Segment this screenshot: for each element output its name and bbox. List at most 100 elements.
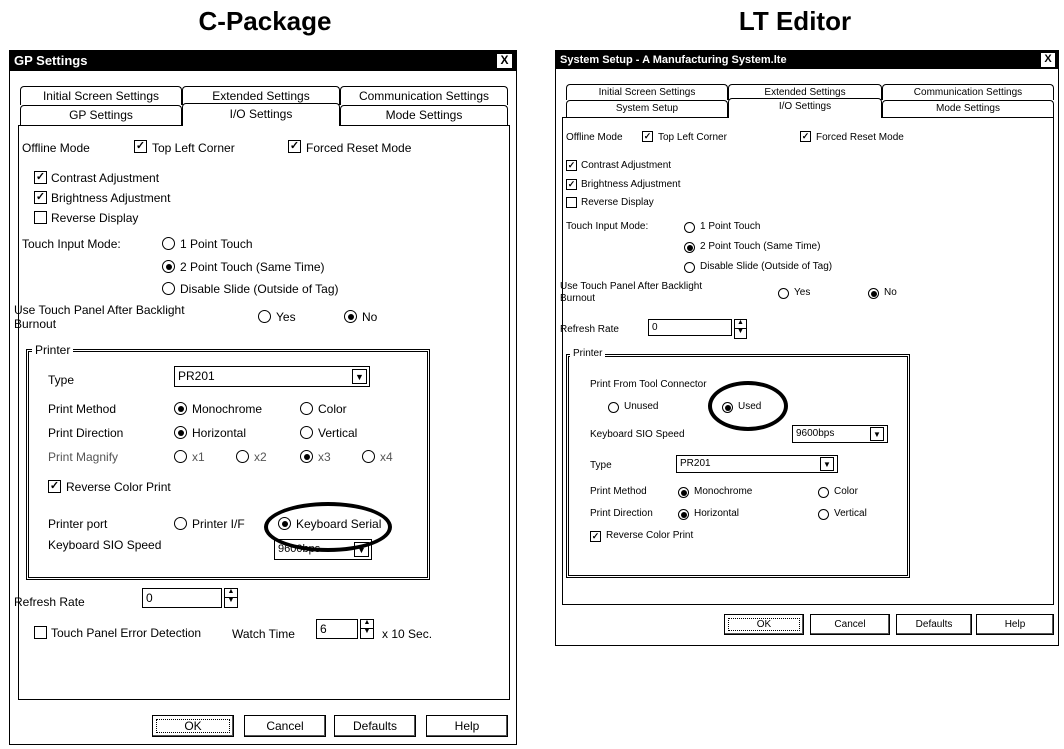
- type-select[interactable]: PR201: [676, 455, 838, 473]
- brightness-checkbox[interactable]: ✓: [566, 179, 577, 190]
- chevron-down-icon[interactable]: ▼: [820, 457, 834, 471]
- type-select[interactable]: PR201: [174, 366, 370, 387]
- offline-mode-label: Offline Mode: [22, 141, 90, 155]
- defaults-button[interactable]: Defaults: [896, 614, 972, 635]
- reverse-color-print-checkbox[interactable]: ✓: [48, 480, 61, 493]
- brightness-label: Brightness Adjustment: [51, 191, 171, 205]
- top-left-corner-checkbox[interactable]: ✓: [642, 131, 653, 142]
- brightness-label: Brightness Adjustment: [581, 179, 681, 190]
- tab-gp-settings[interactable]: GP Settings: [20, 105, 182, 125]
- top-left-corner-label: Top Left Corner: [658, 132, 727, 143]
- backlight-no-radio[interactable]: [344, 310, 357, 323]
- touch-error-checkbox[interactable]: [34, 626, 47, 639]
- refresh-rate-input[interactable]: 0: [648, 319, 732, 336]
- watch-time-label: Watch Time: [232, 627, 295, 641]
- tab-communication-settings[interactable]: Communication Settings: [882, 84, 1054, 100]
- backlight-label-line2: Burnout: [560, 293, 596, 304]
- type-label: Type: [48, 373, 75, 387]
- refresh-rate-spinner[interactable]: ▲ ▼: [224, 588, 238, 608]
- forced-reset-checkbox[interactable]: ✓: [800, 131, 811, 142]
- print-direction-label: Print Direction: [48, 426, 124, 440]
- cancel-button[interactable]: Cancel: [810, 614, 890, 635]
- contrast-label: Contrast Adjustment: [581, 160, 672, 171]
- monochrome-radio[interactable]: [678, 487, 689, 498]
- tab-io-settings[interactable]: I/O Settings: [728, 98, 882, 118]
- printer-if-radio[interactable]: [174, 517, 187, 530]
- refresh-rate-input[interactable]: 0: [142, 588, 222, 608]
- tab-initial-screen-settings[interactable]: Initial Screen Settings: [20, 86, 182, 105]
- horizontal-label: Horizontal: [694, 508, 740, 519]
- close-icon[interactable]: X: [1041, 53, 1055, 67]
- cancel-button[interactable]: Cancel: [244, 715, 326, 737]
- cancel-label: Cancel: [834, 619, 866, 630]
- used-radio[interactable]: [722, 402, 733, 413]
- brightness-checkbox[interactable]: ✓: [34, 191, 47, 204]
- magnify-x3-radio[interactable]: [300, 450, 313, 463]
- reverse-display-label: Reverse Display: [581, 197, 654, 208]
- refresh-rate-spinner[interactable]: ▲ ▼: [734, 319, 747, 339]
- contrast-checkbox[interactable]: ✓: [566, 160, 577, 171]
- help-button[interactable]: Help: [426, 715, 508, 737]
- refresh-rate-label: Refresh Rate: [14, 595, 85, 609]
- forced-reset-label: Forced Reset Mode: [816, 132, 904, 143]
- radio-1-point-touch[interactable]: [162, 237, 175, 250]
- close-icon[interactable]: X: [497, 54, 512, 68]
- horizontal-radio[interactable]: [174, 426, 187, 439]
- backlight-yes-radio[interactable]: [258, 310, 271, 323]
- keyboard-serial-label: Keyboard Serial: [296, 517, 382, 531]
- tab-io-settings[interactable]: I/O Settings: [182, 103, 340, 126]
- radio-disable-slide[interactable]: [684, 262, 695, 273]
- horizontal-radio[interactable]: [678, 509, 689, 520]
- tab-system-setup[interactable]: System Setup: [566, 100, 728, 117]
- magnify-x1-radio[interactable]: [174, 450, 187, 463]
- help-label: Help: [454, 719, 480, 733]
- top-left-corner-checkbox[interactable]: ✓: [134, 140, 147, 153]
- magnify-x1-label: x1: [192, 450, 205, 464]
- tab-communication-settings[interactable]: Communication Settings: [340, 86, 508, 105]
- defaults-button[interactable]: Defaults: [334, 715, 416, 737]
- color-radio[interactable]: [300, 402, 313, 415]
- radio-2-point-touch[interactable]: [162, 260, 175, 273]
- tab-initial-screen-settings[interactable]: Initial Screen Settings: [566, 84, 728, 100]
- label-1-point-touch: 1 Point Touch: [700, 221, 761, 232]
- help-button[interactable]: Help: [976, 614, 1054, 635]
- tab-mode-settings[interactable]: Mode Settings: [340, 105, 508, 125]
- color-radio[interactable]: [818, 487, 829, 498]
- printer-group-label: Printer: [32, 343, 74, 357]
- radio-2-point-touch[interactable]: [684, 242, 695, 253]
- forced-reset-checkbox[interactable]: ✓: [288, 140, 301, 153]
- vertical-radio[interactable]: [818, 509, 829, 520]
- backlight-yes-radio[interactable]: [778, 288, 789, 299]
- ok-button[interactable]: OK: [724, 614, 804, 635]
- magnify-x2-radio[interactable]: [236, 450, 249, 463]
- cancel-label: Cancel: [266, 719, 304, 733]
- monochrome-label: Monochrome: [694, 486, 753, 497]
- vertical-radio[interactable]: [300, 426, 313, 439]
- radio-disable-slide[interactable]: [162, 282, 175, 295]
- ok-button[interactable]: OK: [152, 715, 234, 737]
- chevron-down-icon[interactable]: ▼: [870, 427, 884, 441]
- monochrome-radio[interactable]: [174, 402, 187, 415]
- window-title: GP Settings: [14, 53, 88, 68]
- unused-radio[interactable]: [608, 402, 619, 413]
- reverse-color-print-checkbox[interactable]: ✓: [590, 531, 601, 542]
- contrast-checkbox[interactable]: ✓: [34, 171, 47, 184]
- magnify-x4-radio[interactable]: [362, 450, 375, 463]
- backlight-label-line1: Use Touch Panel After Backlight: [560, 281, 703, 292]
- radio-1-point-touch[interactable]: [684, 222, 695, 233]
- reverse-display-checkbox[interactable]: [34, 211, 47, 224]
- chevron-down-icon[interactable]: ▼: [354, 542, 369, 557]
- tab-mode-settings[interactable]: Mode Settings: [882, 100, 1054, 117]
- watch-time-input[interactable]: 6: [316, 619, 358, 639]
- reverse-display-checkbox[interactable]: [566, 197, 577, 208]
- c-package-heading: C-Package: [198, 6, 332, 36]
- keyboard-serial-radio[interactable]: [278, 517, 291, 530]
- backlight-no-radio[interactable]: [868, 288, 879, 299]
- gp-settings-window: GP Settings X Initial Screen Settings Ex…: [9, 50, 517, 745]
- title-bar: System Setup - A Manufacturing System.lt…: [556, 51, 1058, 69]
- watch-time-spinner[interactable]: ▲ ▼: [360, 619, 374, 639]
- printer-group-label: Printer: [570, 348, 606, 359]
- chevron-down-icon[interactable]: ▼: [352, 369, 367, 384]
- offline-mode-label: Offline Mode: [566, 132, 623, 143]
- ok-label: OK: [756, 619, 772, 630]
